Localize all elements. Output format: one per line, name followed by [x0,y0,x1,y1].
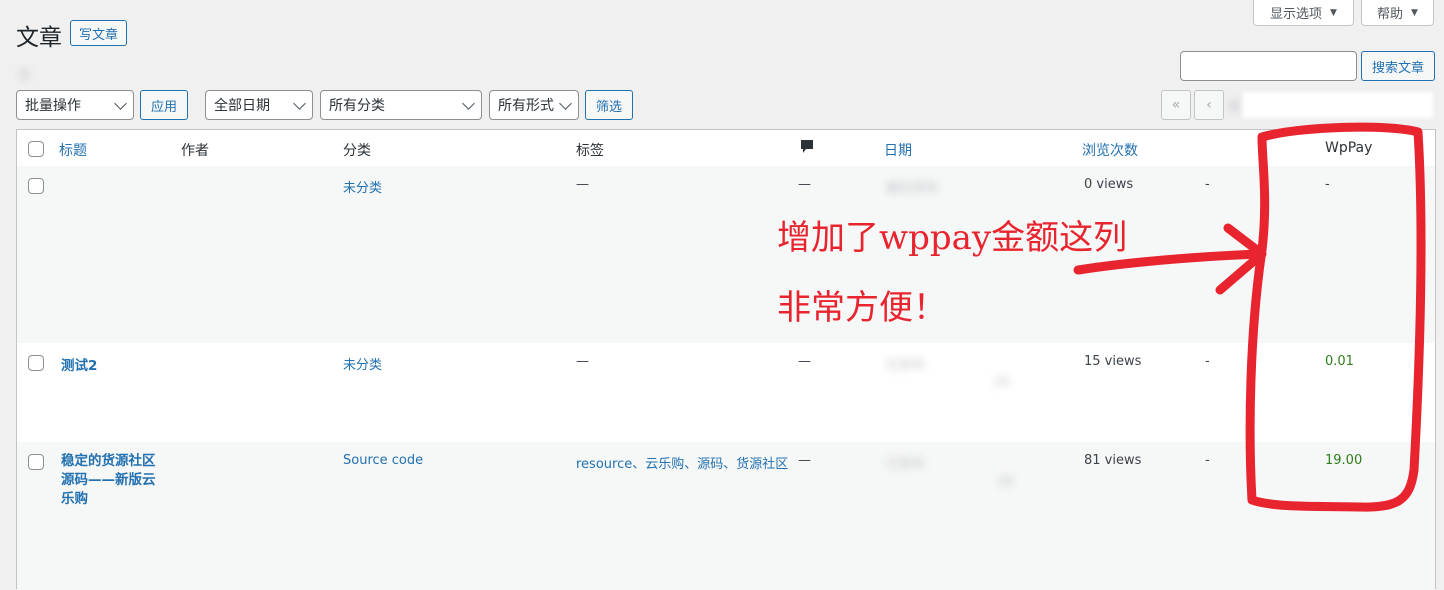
table-row: 未分类 — — 最后修改 0 views - - [17,166,1435,343]
row-checkbox[interactable] [28,355,44,371]
column-wppay: WpPay [1325,140,1373,156]
post-status-filters[interactable]: 全 [18,64,31,83]
help-button[interactable]: 帮助 ▼ [1361,0,1434,26]
column-date[interactable]: 日期 [884,140,912,160]
row-category[interactable]: Source code [343,453,423,468]
row-views: 0 views [1084,177,1134,192]
formats-select[interactable]: 所有形式 [489,90,579,120]
column-author: 作者 [181,143,209,159]
screen-options-button[interactable]: 显示选项 ▼ [1253,0,1354,26]
column-category: 分类 [343,143,371,159]
row-extra: - [1205,453,1210,468]
row-date-status: 最后修改 [886,181,939,196]
row-checkbox[interactable] [28,178,44,194]
table-header: 标题 作者 分类 标签 日期 浏览次数 WpPay [17,130,1435,167]
row-comments: — [798,354,811,369]
row-date-fragment: 24 [993,375,1010,390]
bulk-action-value: 批量操作 [25,98,81,114]
row-checkbox[interactable] [28,454,44,470]
help-label: 帮助 [1377,7,1404,22]
chevron-down-icon [462,96,475,110]
row-title[interactable]: 稳定的货源社区源码——新版云乐购 [61,452,165,509]
dates-value: 全部日期 [214,98,270,114]
filter-button[interactable]: 筛选 [585,90,633,120]
comment-bubble-icon[interactable] [800,139,814,159]
screen-options-label: 显示选项 [1270,7,1323,22]
row-tags[interactable]: resource、云乐购、源码、货源社区 [576,453,788,472]
row-date-status: 已发布 [886,358,926,373]
row-date-fragment: 39 [997,475,1014,490]
table-row: 稳定的货源社区源码——新版云乐购 Source code resource、云乐… [17,442,1435,590]
row-comments: — [798,453,811,468]
row-extra: - [1205,177,1210,192]
row-date-status: 已发布 [886,457,926,472]
chevron-down-icon [559,96,572,110]
row-title[interactable]: 测试2 [61,354,97,374]
row-category[interactable]: 未分类 [343,354,382,373]
dates-select[interactable]: 全部日期 [205,90,313,120]
chevron-down-icon [293,96,306,110]
first-page-button[interactable]: « [1161,90,1191,120]
page-number-input[interactable] [1241,90,1435,120]
apply-button[interactable]: 应用 [140,90,188,120]
page-title: 文章 [16,25,62,51]
bulk-action-select[interactable]: 批量操作 [16,90,134,120]
row-wppay: 19.00 [1325,453,1363,468]
row-title[interactable] [61,176,171,266]
row-comments: — [798,177,811,192]
posts-table: 标题 作者 分类 标签 日期 浏览次数 WpPay 未分类 — — 最后修改 0… [16,129,1436,590]
chevron-down-icon [114,96,127,110]
search-input[interactable] [1180,51,1357,81]
caret-down-icon: ▼ [1330,7,1337,18]
add-new-post-button[interactable]: 写文章 [70,20,128,46]
row-views: 15 views [1084,354,1142,369]
annotation-line-1: 增加了wppay金额这列 [777,218,1128,258]
select-all-checkbox[interactable] [28,141,44,157]
row-views: 81 views [1084,453,1142,468]
row-wppay: 0.01 [1325,354,1354,369]
categories-value: 所有分类 [329,98,385,114]
search-posts-button[interactable]: 搜索文章 [1361,51,1435,81]
row-category[interactable]: 未分类 [343,177,382,196]
page-label: 第 [1228,100,1242,115]
formats-value: 所有形式 [498,98,554,114]
row-extra: - [1205,354,1210,369]
row-wppay: - [1325,177,1330,192]
column-title[interactable]: 标题 [59,140,87,160]
row-tags: — [576,354,589,369]
prev-page-button[interactable]: ‹ [1194,90,1224,120]
annotation-line-2: 非常方便！ [777,288,947,328]
column-tags: 标签 [576,143,604,159]
caret-down-icon: ▼ [1411,7,1418,18]
row-tags: — [576,177,589,192]
categories-select[interactable]: 所有分类 [320,90,482,120]
table-row: 测试2 未分类 — — 已发布 24 15 views - 0.01 [17,343,1435,442]
column-views[interactable]: 浏览次数 [1082,140,1138,160]
